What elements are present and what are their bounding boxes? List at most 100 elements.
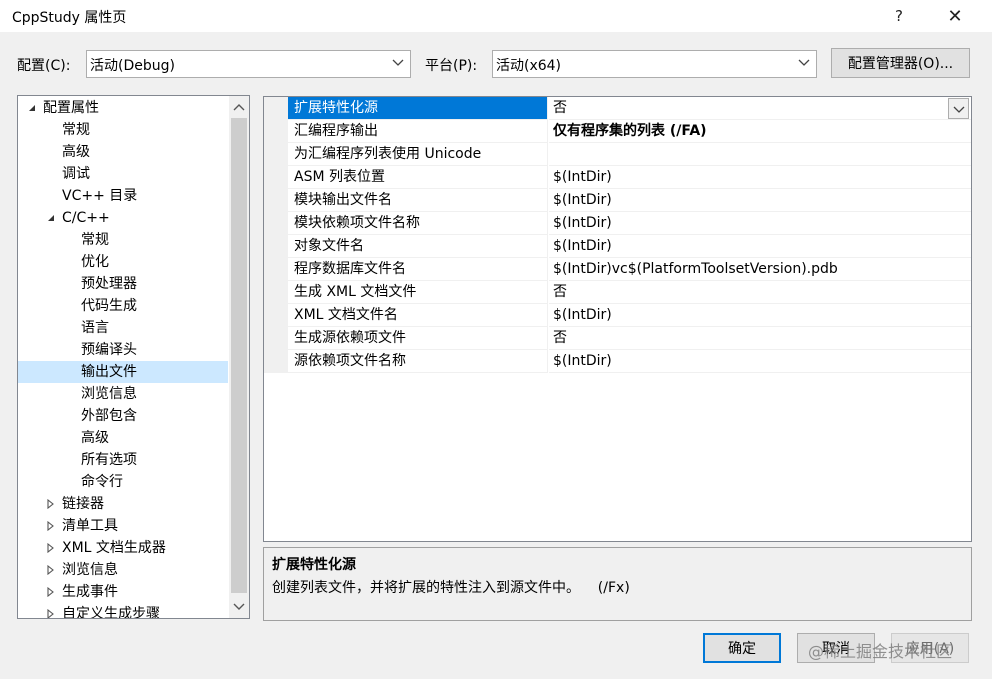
tree-item[interactable]: 自定义生成步骤 <box>18 603 228 619</box>
property-name[interactable]: 对象文件名 <box>288 235 548 258</box>
tree-item-label: 配置属性 <box>43 100 99 116</box>
tree-item[interactable]: 高级 <box>18 427 228 449</box>
expanded-triangle-icon[interactable] <box>27 103 37 113</box>
property-value[interactable]: $(IntDir)vc$(PlatformToolsetVersion).pdb <box>549 258 971 281</box>
property-name[interactable]: 模块输出文件名 <box>288 189 548 212</box>
tree-item[interactable]: 高级 <box>18 141 228 163</box>
chevron-down-icon <box>798 59 810 66</box>
property-name[interactable]: XML 文档文件名 <box>288 304 548 327</box>
tree-item[interactable]: C/C++ <box>18 207 228 229</box>
property-value[interactable]: $(IntDir) <box>549 350 971 373</box>
description-text: 创建列表文件，并将扩展的特性注入到源文件中。 (/Fx) <box>272 580 630 596</box>
tree-item[interactable]: 输出文件 <box>18 361 228 383</box>
property-value[interactable]: 仅有程序集的列表 (/FA) <box>549 120 971 143</box>
property-name[interactable]: 扩展特性化源 <box>288 97 548 120</box>
tree-item-label: 优化 <box>81 254 109 270</box>
tree-item[interactable]: XML 文档生成器 <box>18 537 228 559</box>
collapsed-triangle-icon[interactable] <box>46 565 56 575</box>
tree-item[interactable]: 代码生成 <box>18 295 228 317</box>
property-name[interactable]: 汇编程序输出 <box>288 120 548 143</box>
tree-item[interactable]: 清单工具 <box>18 515 228 537</box>
tree-item[interactable]: 链接器 <box>18 493 228 515</box>
close-button[interactable]: ✕ <box>932 0 978 32</box>
tree-item[interactable]: 生成事件 <box>18 581 228 603</box>
configuration-label: 配置(C): <box>17 58 71 74</box>
property-row[interactable]: 模块输出文件名 $(IntDir) <box>288 189 971 212</box>
title-bar: CppStudy 属性页 ? ✕ <box>0 0 992 32</box>
tree-item[interactable]: 预编译头 <box>18 339 228 361</box>
property-value[interactable]: 否 <box>549 327 971 350</box>
expanded-triangle-icon[interactable] <box>46 213 56 223</box>
tree-item-label: 自定义生成步骤 <box>62 606 160 619</box>
tree-item-label: 输出文件 <box>81 364 137 380</box>
property-name[interactable]: ASM 列表位置 <box>288 166 548 189</box>
scrollbar-thumb[interactable] <box>231 118 247 593</box>
tree-item[interactable]: 浏览信息 <box>18 383 228 405</box>
scroll-up-icon[interactable] <box>233 102 245 112</box>
tree-item[interactable]: 常规 <box>18 229 228 251</box>
collapsed-triangle-icon[interactable] <box>46 543 56 553</box>
collapsed-triangle-icon[interactable] <box>46 587 56 597</box>
property-value[interactable] <box>549 143 971 166</box>
property-row[interactable]: 汇编程序输出 仅有程序集的列表 (/FA) <box>288 120 971 143</box>
property-name[interactable]: 生成 XML 文档文件 <box>288 281 548 304</box>
tree-item[interactable]: VC++ 目录 <box>18 185 228 207</box>
property-row[interactable]: 源依赖项文件名称 $(IntDir) <box>288 350 971 373</box>
configuration-manager-button[interactable]: 配置管理器(O)... <box>831 48 970 78</box>
tree-item-label: VC++ 目录 <box>62 188 138 204</box>
property-value[interactable]: $(IntDir) <box>549 235 971 258</box>
property-value[interactable]: $(IntDir) <box>549 166 971 189</box>
tree-item-label: 清单工具 <box>62 518 118 534</box>
property-row[interactable]: XML 文档文件名 $(IntDir) <box>288 304 971 327</box>
description-title: 扩展特性化源 <box>272 557 356 573</box>
property-name[interactable]: 生成源依赖项文件 <box>288 327 548 350</box>
tree-item-label: 调试 <box>62 166 90 182</box>
tree-item[interactable]: 调试 <box>18 163 228 185</box>
property-value[interactable]: $(IntDir) <box>549 212 971 235</box>
chevron-down-icon <box>953 106 965 113</box>
tree-item[interactable]: 语言 <box>18 317 228 339</box>
property-name[interactable]: 模块依赖项文件名称 <box>288 212 548 235</box>
collapsed-triangle-icon[interactable] <box>46 499 56 509</box>
tree-item[interactable]: 配置属性 <box>18 97 228 119</box>
scroll-down-icon[interactable] <box>233 602 245 612</box>
tree-item-label: XML 文档生成器 <box>62 540 166 556</box>
help-button[interactable]: ? <box>876 0 922 32</box>
property-name[interactable]: 为汇编程序列表使用 Unicode <box>288 143 548 166</box>
property-row[interactable]: 程序数据库文件名 $(IntDir)vc$(PlatformToolsetVers… <box>288 258 971 281</box>
property-name[interactable]: 源依赖项文件名称 <box>288 350 548 373</box>
tree-item-label: 预处理器 <box>81 276 137 292</box>
tree-item[interactable]: 优化 <box>18 251 228 273</box>
tree-item[interactable]: 预处理器 <box>18 273 228 295</box>
configuration-dropdown[interactable]: 活动(Debug) <box>86 50 411 78</box>
property-row[interactable]: ASM 列表位置 $(IntDir) <box>288 166 971 189</box>
property-value[interactable]: 否 <box>549 281 971 304</box>
property-row[interactable]: 扩展特性化源否 <box>288 97 971 120</box>
tree-item[interactable]: 命令行 <box>18 471 228 493</box>
tree-item[interactable]: 浏览信息 <box>18 559 228 581</box>
property-row[interactable]: 为汇编程序列表使用 Unicode <box>288 143 971 166</box>
tree-item[interactable]: 外部包含 <box>18 405 228 427</box>
property-row[interactable]: 生成源依赖项文件否 <box>288 327 971 350</box>
tree-item[interactable]: 常规 <box>18 119 228 141</box>
property-value[interactable]: 否 <box>549 97 971 120</box>
ok-button[interactable]: 确定 <box>703 633 781 663</box>
chevron-down-icon <box>392 59 404 66</box>
property-value[interactable]: $(IntDir) <box>549 189 971 212</box>
property-row[interactable]: 对象文件名 $(IntDir) <box>288 235 971 258</box>
property-row[interactable]: 生成 XML 文档文件否 <box>288 281 971 304</box>
property-name[interactable]: 程序数据库文件名 <box>288 258 548 281</box>
property-row[interactable]: 模块依赖项文件名称 $(IntDir) <box>288 212 971 235</box>
property-tree[interactable]: 配置属性 常规 高级 调试 VC++ 目录 C/C++ 常规 优化 预处理器 代码生成 语言 预编译头… <box>17 95 250 619</box>
tree-scrollbar[interactable] <box>229 96 249 618</box>
platform-value: 活动(x64) <box>496 58 562 74</box>
tree-item[interactable]: 所有选项 <box>18 449 228 471</box>
collapsed-triangle-icon[interactable] <box>46 521 56 531</box>
platform-dropdown[interactable]: 活动(x64) <box>492 50 817 78</box>
tree-item-label: 所有选项 <box>81 452 137 468</box>
watermark: @稀土掘金技术社区 <box>808 642 953 661</box>
collapsed-triangle-icon[interactable] <box>46 609 56 619</box>
value-dropdown-button[interactable] <box>948 98 969 119</box>
tree-item-label: 生成事件 <box>62 584 118 600</box>
property-value[interactable]: $(IntDir) <box>549 304 971 327</box>
